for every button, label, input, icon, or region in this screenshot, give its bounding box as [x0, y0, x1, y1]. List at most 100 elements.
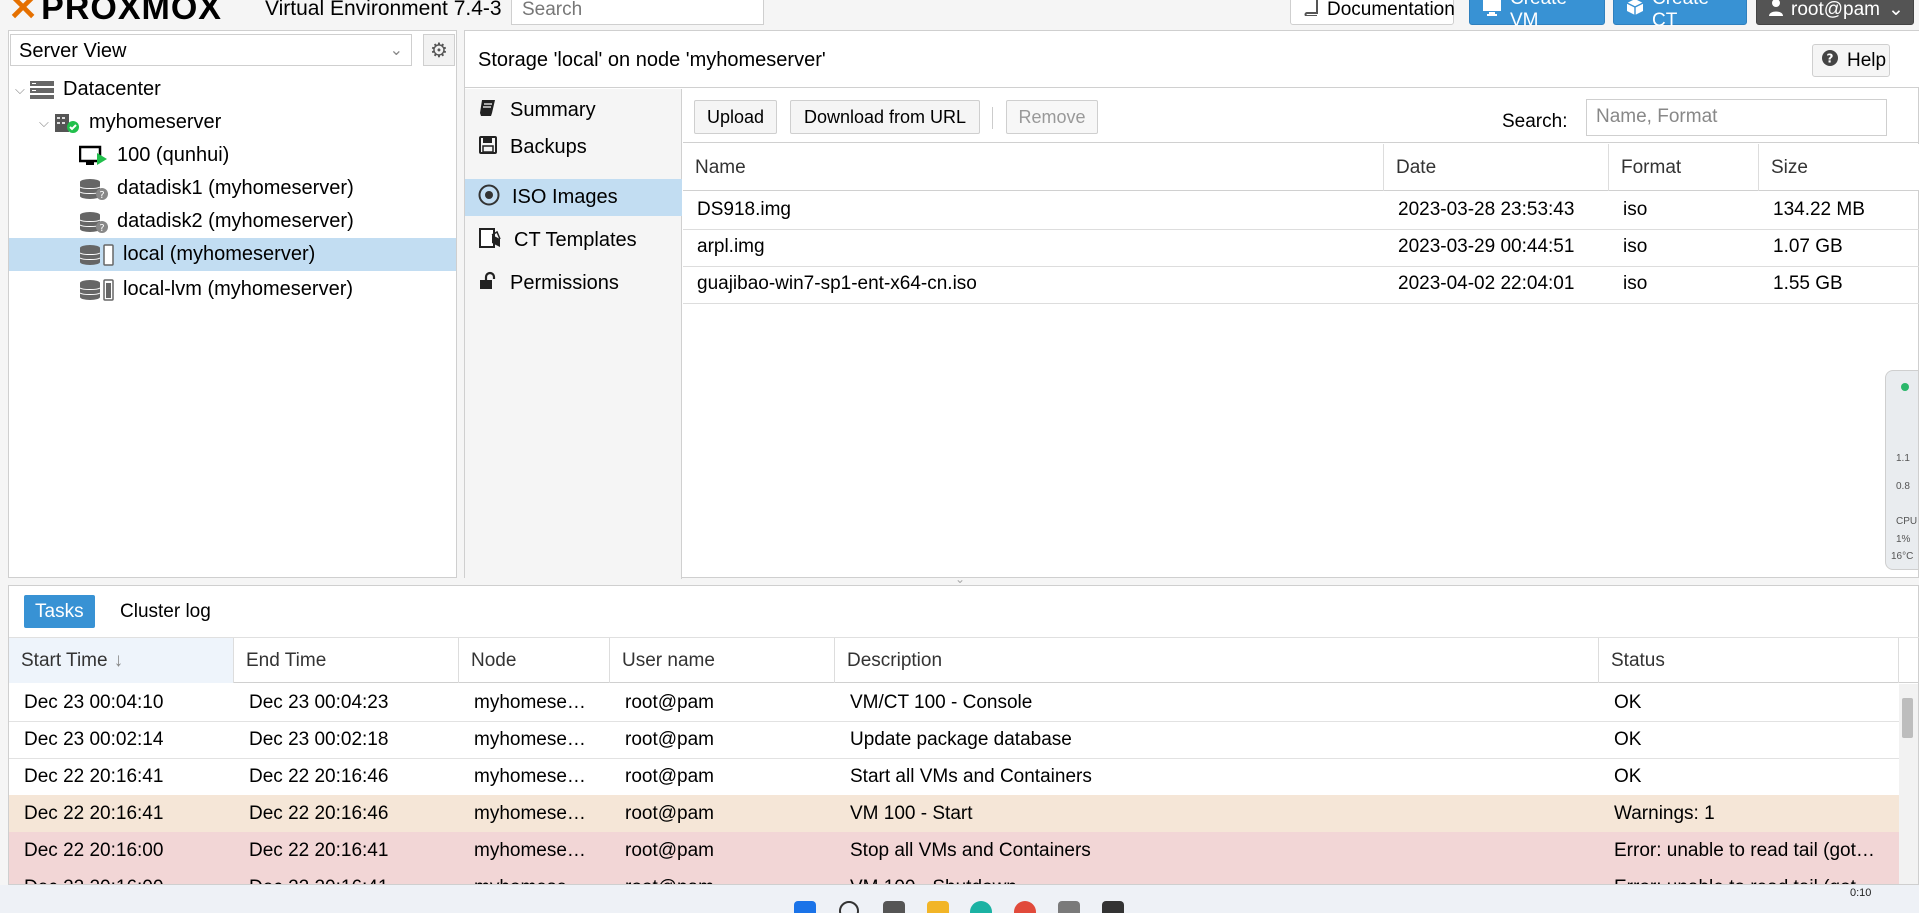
start-icon[interactable]	[794, 901, 816, 913]
iso-search-input[interactable]: Name, Format	[1586, 99, 1887, 136]
user-menu-button[interactable]: root@pam ⌄	[1756, 0, 1914, 25]
create-ct-label: Create CT	[1652, 0, 1709, 30]
cpu-label: CPU	[1896, 516, 1918, 527]
nav-permissions[interactable]: Permissions	[465, 265, 682, 302]
cell-name: guajibao-win7-sp1-ent-x64-cn.iso	[697, 273, 977, 294]
cell-start-time: Dec 23 00:04:10	[24, 691, 164, 713]
cell-end-time: Dec 23 00:04:23	[249, 691, 389, 713]
cell-description: Start all VMs and Containers	[850, 765, 1092, 787]
nav-label: Summary	[510, 99, 596, 121]
gear-icon: ⚙	[430, 39, 448, 62]
edge-browser-icon[interactable]	[970, 901, 992, 913]
floppy-icon	[478, 135, 498, 161]
table-row[interactable]: Dec 23 00:04:10 Dec 23 00:04:23 myhomese… r…	[9, 684, 1899, 722]
temperature-value: 16°C	[1891, 551, 1914, 562]
nav-iso-images[interactable]: ISO Images	[465, 179, 682, 216]
tree-item-vm-100[interactable]: 100 (qunhui)	[9, 139, 456, 172]
column-header-name[interactable]: Name	[683, 144, 1384, 191]
cell-node: myhomese…	[474, 765, 586, 787]
tree-item-label: local-lvm (myhomeserver)	[123, 278, 354, 300]
search-icon[interactable]	[839, 901, 859, 913]
upload-button[interactable]: Upload	[694, 100, 777, 134]
collapse-toggle-icon[interactable]: ⌵	[15, 82, 29, 98]
nav-backups[interactable]: Backups	[465, 129, 682, 166]
cell-date: 2023-03-29 00:44:51	[1398, 236, 1575, 257]
cell-user-name: root@pam	[625, 691, 714, 713]
cell-user-name: root@pam	[625, 728, 714, 750]
collapse-toggle-icon[interactable]: ⌵	[39, 115, 53, 131]
tree-item-datacenter[interactable]: ⌵ Datacenter	[9, 73, 456, 106]
cell-end-time: Dec 22 20:16:46	[249, 765, 389, 787]
book-icon	[478, 98, 498, 124]
chrome-browser-icon[interactable]	[1014, 901, 1036, 913]
cell-node: myhomese…	[474, 691, 586, 713]
svg-text:?: ?	[1827, 51, 1834, 65]
log-panel: Tasks Cluster log Start Time ↓ End Time …	[8, 585, 1919, 885]
nav-ct-templates[interactable]: CT Templates	[465, 222, 682, 259]
tree-settings-button[interactable]: ⚙	[423, 34, 455, 66]
table-row[interactable]: DS918.img 2023-03-28 23:53:43 iso 134.22…	[683, 192, 1919, 230]
table-row[interactable]: Dec 22 20:16:00Dec 22 20:16:41myhomese…r…	[9, 869, 1899, 884]
documentation-button[interactable]: Documentation	[1290, 0, 1455, 25]
status-dot-icon	[1901, 383, 1909, 391]
table-row[interactable]: Dec 22 20:16:00Dec 22 20:16:41myhomese…r…	[9, 832, 1899, 870]
tree-item-label: myhomeserver	[89, 111, 222, 133]
cell-user-name: root@pam	[625, 839, 714, 861]
svg-text:?: ?	[99, 223, 104, 233]
os-taskbar: 0:10	[0, 885, 1919, 913]
net-download-value: 0.8	[1896, 481, 1910, 492]
iso-grid-header: Name Date Format Size	[683, 144, 1919, 191]
desktop-icon	[1482, 0, 1502, 22]
cell-node: myhomese…	[474, 802, 586, 824]
tree-item-local[interactable]: local (myhomeserver)	[9, 238, 456, 271]
download-from-url-button[interactable]: Download from URL	[790, 100, 980, 134]
node-online-icon	[53, 112, 81, 134]
cell-user-name: root@pam	[625, 802, 714, 824]
remove-button[interactable]: Remove	[1006, 100, 1098, 134]
server-view-select[interactable]: Server View ⌄	[10, 34, 412, 66]
nav-label: Backups	[510, 136, 587, 158]
global-search-input[interactable]: Search	[511, 0, 764, 25]
app-icon[interactable]	[1058, 901, 1080, 913]
nav-summary[interactable]: Summary	[465, 92, 682, 129]
help-button[interactable]: ? Help	[1812, 44, 1890, 77]
user-icon	[1769, 0, 1783, 22]
table-row[interactable]: Dec 22 20:16:41 Dec 22 20:16:46 myhomese… r…	[9, 758, 1899, 796]
tree-item-local-lvm[interactable]: local-lvm (myhomeserver)	[9, 273, 456, 306]
file-explorer-icon[interactable]	[927, 901, 949, 913]
storage-unknown-icon: ?	[79, 211, 109, 233]
tasks-scrollbar[interactable]	[1899, 684, 1918, 884]
logo-text: PROXMOX	[41, 0, 222, 27]
template-icon	[478, 227, 502, 255]
scrollbar-thumb[interactable]	[1902, 698, 1913, 738]
panel-splitter-handle[interactable]: ⌄	[925, 573, 995, 585]
table-row[interactable]: Dec 22 20:16:41 Dec 22 20:16:46 myhomese… r…	[9, 795, 1899, 833]
system-monitor-widget[interactable]: 1.1 0.8 CPU 1% 16°C	[1885, 370, 1919, 570]
create-ct-button[interactable]: Create CT	[1613, 0, 1747, 30]
column-header-date[interactable]: Date	[1384, 144, 1609, 191]
terminal-icon[interactable]	[1102, 901, 1124, 913]
table-row[interactable]: guajibao-win7-sp1-ent-x64-cn.iso 2023-04…	[683, 266, 1919, 304]
cell-end-time: Dec 22 20:16:41	[249, 839, 389, 861]
tree-item-datadisk2[interactable]: ? datadisk2 (myhomeserver)	[9, 205, 456, 238]
task-view-icon[interactable]	[883, 901, 905, 913]
column-header-format[interactable]: Format	[1609, 144, 1759, 191]
taskbar-clock[interactable]: 0:10	[1850, 887, 1871, 899]
table-row[interactable]: arpl.img 2023-03-29 00:44:51 iso 1.07 GB	[683, 229, 1919, 267]
storage-icon	[79, 278, 115, 302]
cell-user-name: root@pam	[610, 869, 835, 885]
tree-item-datadisk1[interactable]: ? datadisk1 (myhomeserver)	[9, 172, 456, 205]
cell-node: myhomese…	[474, 728, 586, 750]
table-row[interactable]: Dec 23 00:02:14 Dec 23 00:02:18 myhomese… r…	[9, 721, 1899, 759]
column-header-size[interactable]: Size	[1759, 144, 1919, 191]
tree-item-node[interactable]: ⌵ myhomeserver	[9, 106, 456, 139]
help-label: Help	[1847, 49, 1887, 71]
net-upload-value: 1.1	[1896, 453, 1910, 464]
storage-unknown-icon: ?	[79, 178, 109, 200]
create-vm-button[interactable]: Create VM	[1469, 0, 1605, 30]
content-title-bar: Storage 'local' on node 'myhomeserver' ?…	[465, 31, 1919, 88]
nav-label: ISO Images	[512, 186, 618, 208]
cell-end-time: Dec 23 00:02:18	[249, 728, 389, 750]
toolbar-separator	[992, 107, 993, 129]
proxmox-logo[interactable]: ✕ PROXMOX	[8, 0, 222, 28]
